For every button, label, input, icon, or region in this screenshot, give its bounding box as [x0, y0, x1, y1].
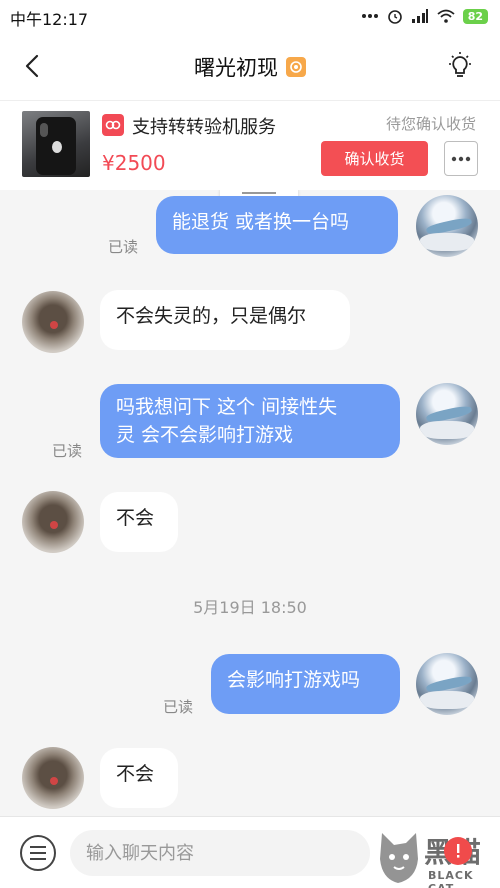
wifi-icon: [437, 9, 455, 23]
message-bubble-out[interactable]: 会影响打游戏吗: [211, 654, 400, 714]
watermark-sub: BLACK CAT: [428, 869, 474, 888]
signal-icon: [411, 9, 428, 23]
chat-area[interactable]: 能退货 或者换一台吗 已读 不会失灵的，只是偶尔 吗我想问下 这个 间接性失 灵…: [0, 190, 500, 816]
more-dots-icon: [451, 156, 471, 161]
contact-avatar[interactable]: [22, 491, 84, 553]
more-dots-icon: [361, 14, 378, 18]
chat-timestamp: 5月19日 18:50: [193, 598, 307, 617]
message-line: 灵 会不会影响打游戏: [116, 424, 294, 446]
service-label: 支持转转验机服务: [132, 117, 276, 138]
message-bubble-in[interactable]: 不会: [100, 492, 178, 552]
read-receipt: 已读: [52, 442, 83, 460]
black-cat-logo-icon: [380, 833, 418, 883]
chat-input[interactable]: [70, 830, 370, 876]
product-thumbnail[interactable]: [22, 111, 90, 177]
confirm-receipt-button[interactable]: 确认收货: [321, 141, 428, 176]
watermark: 黑猫 BLACK CAT: [376, 825, 500, 888]
title-wrap: 曙光初现: [0, 52, 500, 82]
phone-logo: [52, 141, 62, 153]
read-receipt: 已读: [108, 238, 139, 256]
exclamation-icon: [457, 844, 460, 858]
contact-avatar[interactable]: [22, 747, 84, 809]
message-bubble-in[interactable]: 不会: [100, 748, 178, 808]
inspection-service-icon: [102, 114, 124, 136]
verified-badge-icon: [286, 57, 306, 77]
tips-button[interactable]: [442, 48, 478, 84]
message-bubble-out[interactable]: 能退货 或者换一台吗: [156, 196, 398, 254]
status-time: 中午12:17: [10, 10, 89, 29]
title-bar: 曙光初现: [0, 32, 500, 100]
status-icons: 82: [361, 6, 488, 26]
message-bubble-out[interactable]: 吗我想问下 这个 间接性失 灵 会不会影响打游戏: [100, 384, 400, 458]
product-bar[interactable]: 支持转转验机服务 ¥2500 待您确认收货 确认收货: [0, 100, 500, 190]
page-title: 曙光初现: [194, 56, 278, 80]
message-bubble-in[interactable]: 不会失灵的，只是偶尔: [100, 290, 350, 350]
self-avatar[interactable]: [416, 383, 478, 445]
message-line: 吗我想问下 这个 间接性失: [116, 396, 338, 418]
notification-badge[interactable]: [444, 837, 472, 865]
product-price: ¥2500: [102, 151, 166, 175]
self-avatar[interactable]: [416, 653, 478, 715]
battery-icon: 82: [462, 8, 488, 24]
alarm-icon: [387, 10, 402, 24]
order-status: 待您确认收货: [385, 115, 476, 133]
read-receipt: 已读: [163, 698, 194, 716]
contact-avatar[interactable]: [22, 291, 84, 353]
lightbulb-icon: [449, 52, 471, 77]
menu-button[interactable]: [20, 835, 56, 871]
self-avatar[interactable]: [416, 195, 478, 257]
camera-lens: [40, 123, 48, 137]
status-bar: 中午12:17 82: [0, 0, 500, 32]
more-options-button[interactable]: [444, 141, 478, 176]
input-bar: 黑猫 BLACK CAT: [0, 816, 500, 888]
